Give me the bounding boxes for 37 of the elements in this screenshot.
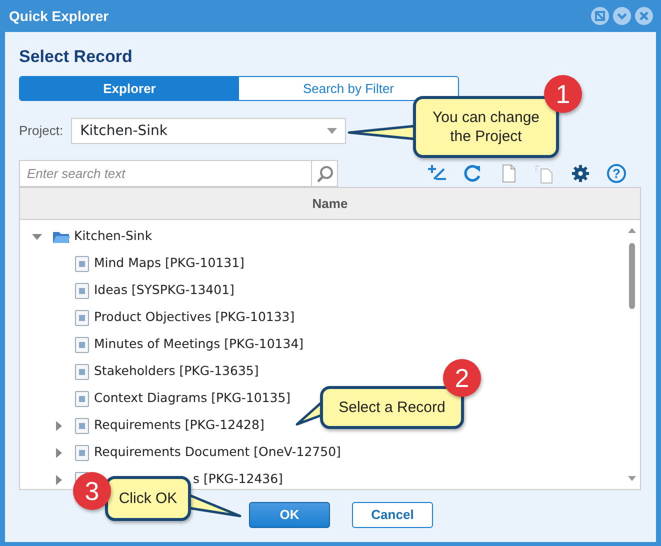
tree-item-label[interactable]: Requirements [PKG-12428] (94, 416, 264, 435)
cancel-button[interactable]: Cancel (352, 502, 433, 528)
refresh-icon (462, 163, 483, 184)
project-dropdown[interactable]: Kitchen-Sink (71, 118, 346, 144)
expand-toggle-icon[interactable] (54, 448, 64, 458)
tree-item-label[interactable]: Requirements Document [OneV-12750] (94, 443, 341, 462)
ok-button[interactable]: OK (249, 502, 330, 528)
tree-item-label[interactable]: Minutes of Meetings [PKG-10134] (94, 335, 304, 354)
expand-toggle-icon[interactable] (32, 232, 42, 242)
close-icon[interactable] (635, 7, 653, 25)
expand-toggle-icon[interactable] (54, 420, 64, 430)
expand-toggle-icon[interactable] (54, 474, 64, 484)
tree-item-label[interactable]: Mind Maps [PKG-10131] (94, 254, 244, 273)
toolbar-button[interactable] (462, 163, 483, 184)
field-label: Project: (19, 122, 64, 140)
toolbar-button[interactable] (570, 163, 591, 184)
tree-item-label[interactable]: s [PKG-12436] (193, 470, 283, 489)
window-title: Quick Explorer (9, 6, 109, 26)
copy-document-icon (534, 163, 555, 184)
search-icon (316, 164, 334, 182)
tab[interactable]: Explorer (20, 77, 239, 100)
dialog-heading: Select Record (19, 46, 134, 68)
tree-item-label[interactable]: Kitchen-Sink (74, 227, 152, 246)
settings-icon (570, 163, 591, 184)
tree-item-label[interactable]: Stakeholders [PKG-13635] (94, 362, 259, 381)
chevron-down-icon[interactable] (613, 7, 631, 25)
restore-icon[interactable] (591, 7, 609, 25)
tree-item-label[interactable]: Ideas [SYSPKG-13401] (94, 281, 234, 300)
toolbar-button[interactable]: ? (606, 163, 627, 184)
column-header: Name (20, 188, 640, 220)
folder-icon (52, 229, 70, 244)
caret-icon (327, 128, 338, 134)
tab[interactable]: Search by Filter (239, 77, 458, 100)
tree-item-label[interactable]: Context Diagrams [PKG-10135] (94, 389, 291, 408)
search-bar[interactable]: Enter search text (19, 160, 338, 187)
callout-bubble: You can change the Project (413, 96, 559, 158)
tree-item-label[interactable]: Product Objectives [PKG-10133] (94, 308, 295, 327)
